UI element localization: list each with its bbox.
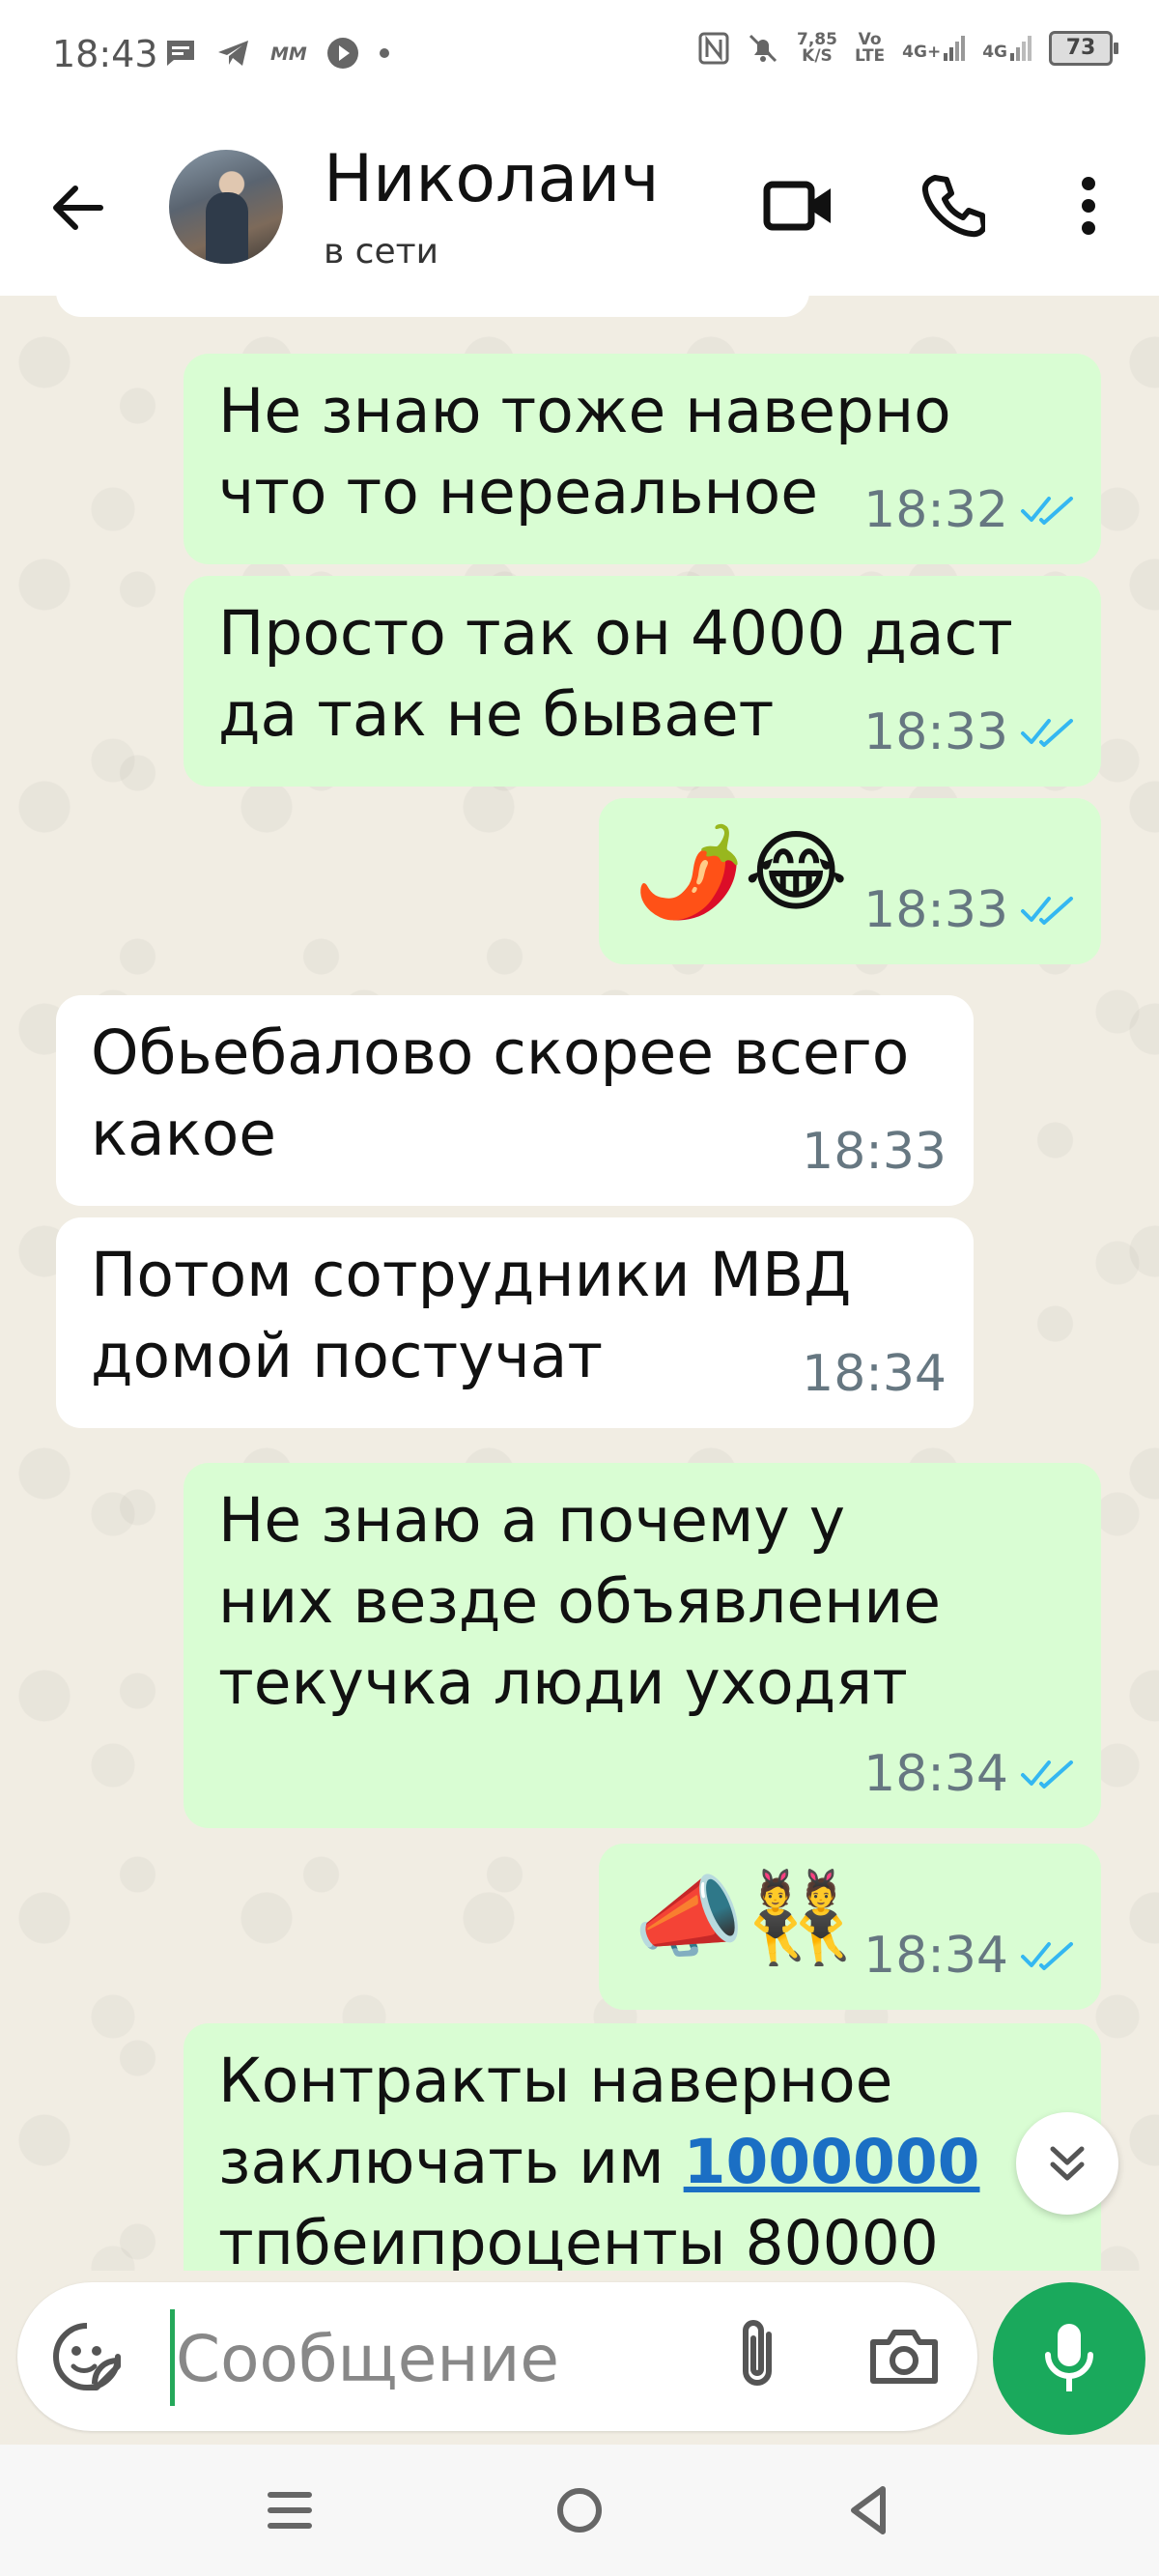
message-composer <box>17 2282 977 2431</box>
message-text: Не знаю а почему у них везде объявление … <box>218 1485 942 1718</box>
signal-bars-icon <box>1010 36 1032 61</box>
network-speed: 7,85 K/S <box>797 32 837 65</box>
message-time: 18:34 <box>802 1345 947 1403</box>
message-meta: 18:34 <box>802 1333 947 1415</box>
phone-number-link[interactable]: 1000000 <box>684 2127 980 2197</box>
outgoing-message[interactable]: Просто так он 4000 даст да так не бывает… <box>184 576 1101 787</box>
read-double-check-icon <box>1021 1760 1073 1789</box>
signal-bars-icon <box>944 36 966 61</box>
mute-bell-icon <box>749 34 777 63</box>
telegram-icon <box>218 41 248 66</box>
home-circle-icon[interactable] <box>543 2474 616 2547</box>
message-meta: 18:34 <box>863 1915 1074 1996</box>
back-arrow-icon[interactable] <box>44 174 112 242</box>
message-time: 18:34 <box>863 1927 1008 1985</box>
notification-icons: MM <box>164 37 390 70</box>
sim2-signal: 4G <box>982 36 1032 61</box>
dot-icon <box>380 48 389 58</box>
contact-avatar[interactable] <box>169 150 283 264</box>
svg-text:MM: MM <box>270 43 307 65</box>
back-triangle-icon[interactable] <box>833 2474 906 2547</box>
sim1-network-type: 4G+ <box>902 43 942 62</box>
system-navigation-bar <box>0 2445 1159 2576</box>
message-time: 18:33 <box>863 881 1008 939</box>
outgoing-emoji-message[interactable]: 🌶️😂 18:33 <box>599 798 1101 964</box>
read-double-check-icon <box>1021 897 1073 925</box>
network-speed-unit: K/S <box>802 46 833 66</box>
status-bar: 18:43 MM 7,85 K/S Vo LTE 4G+ 4G 73 <box>0 0 1159 116</box>
read-double-check-icon <box>1021 497 1073 525</box>
incoming-message[interactable]: Потом сотрудники МВД домой постучат 18:3… <box>56 1217 974 1428</box>
voice-message-button[interactable] <box>993 2282 1145 2435</box>
outgoing-message[interactable]: Не знаю тоже наверно что то нереальное 1… <box>184 354 1101 564</box>
message-meta: 18:33 <box>863 870 1074 951</box>
message-time: 18:33 <box>863 703 1008 761</box>
status-time: 18:43 <box>52 33 158 75</box>
paperclip-icon[interactable] <box>719 2315 800 2396</box>
voice-call-button[interactable] <box>910 162 997 249</box>
nfc-icon <box>698 32 729 65</box>
video-call-button[interactable] <box>755 162 842 249</box>
outgoing-message[interactable]: Не знаю а почему у них везде объявление … <box>184 1463 1101 1828</box>
sim1-signal: 4G+ <box>902 36 966 62</box>
message-list[interactable]: Не знаю тоже наверно что то нереальное 1… <box>0 296 1159 2271</box>
more-vertical-icon <box>1082 177 1095 235</box>
sim2-network-type: 4G <box>982 43 1007 62</box>
play-circle-icon <box>327 38 358 69</box>
whatsapp-chat-screen: 18:43 MM 7,85 K/S Vo LTE 4G+ 4G 73 Никол… <box>0 0 1159 2576</box>
message-meta: 18:34 <box>863 1733 1074 1815</box>
read-double-check-icon <box>1021 719 1073 747</box>
outgoing-message[interactable]: Контракты наверное заключать им 1000000 … <box>184 2023 1101 2271</box>
message-meta: 18:33 <box>863 692 1074 773</box>
recent-apps-icon[interactable] <box>253 2474 326 2547</box>
contact-name[interactable]: Николаич <box>324 141 660 217</box>
message-time: 18:34 <box>863 1745 1008 1803</box>
mm-app-icon: MM <box>270 43 307 65</box>
chat-header: Николаич в сети <box>0 116 1159 296</box>
previous-message-bubble[interactable] <box>56 296 809 317</box>
message-notification-icon <box>167 41 194 66</box>
more-options-button[interactable] <box>1045 162 1132 249</box>
message-meta: 18:33 <box>802 1111 947 1192</box>
volte-indicator: Vo LTE <box>855 32 885 65</box>
camera-icon[interactable] <box>863 2315 945 2396</box>
sticker-emoji-icon[interactable] <box>46 2316 127 2397</box>
contact-status: в сети <box>324 232 438 272</box>
outgoing-emoji-message[interactable]: 📣👯 18:34 <box>599 1844 1101 2010</box>
incoming-message[interactable]: Обьебалово скорее всего какое 18:33 <box>56 995 974 1206</box>
message-text-end: тпбеипроценты 80000 <box>218 2208 939 2271</box>
message-text: Контракты наверное заключать им 1000000 … <box>218 2041 1072 2271</box>
microphone-icon <box>1045 2324 1093 2391</box>
read-double-check-icon <box>1021 1942 1073 1970</box>
message-time: 18:33 <box>802 1123 947 1181</box>
message-time: 18:32 <box>863 481 1008 539</box>
battery-indicator: 73 <box>1049 31 1118 66</box>
double-chevron-down-icon <box>1050 2146 1085 2181</box>
scroll-to-bottom-button[interactable] <box>1016 2112 1118 2215</box>
message-input[interactable] <box>174 2311 699 2406</box>
phone-icon <box>921 175 985 238</box>
message-meta: 18:32 <box>863 470 1074 551</box>
lte-label: LTE <box>854 46 886 66</box>
system-status-icons: 7,85 K/S Vo LTE 4G+ 4G 73 <box>698 31 1118 66</box>
video-camera-icon <box>763 181 831 231</box>
